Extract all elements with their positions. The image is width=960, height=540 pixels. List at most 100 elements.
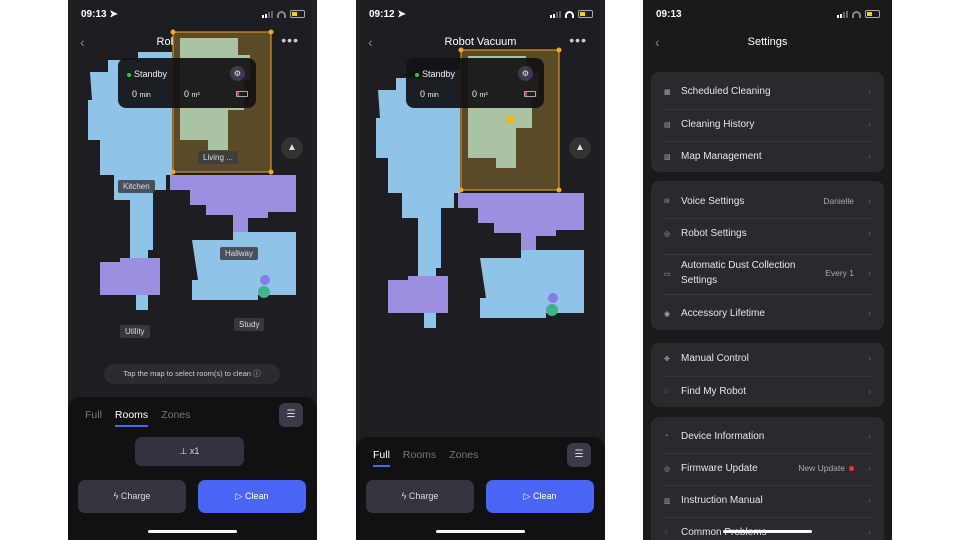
area-value: 0 m² [184,89,200,99]
divider [663,254,872,255]
settings-item-manual-control[interactable]: ✥ Manual Control › [651,351,884,367]
settings-group: ◔ Device Information › ◎ Firmware Update New … [651,417,884,540]
divider [663,517,872,518]
room-label-living[interactable]: Living ... [198,151,238,164]
room-label-utility[interactable]: Utility [120,325,150,338]
settings-sliders-button[interactable]: ☰ [279,403,303,427]
tab-rooms[interactable]: Rooms [403,449,436,467]
chevron-right-icon: › [868,196,871,206]
robot-position-icon [546,304,558,316]
divider [663,453,872,454]
settings-item-accessory-lifetime[interactable]: ◉ Accessory Lifetime › [651,306,884,322]
voice-icon: ıIı [664,198,670,205]
room-hallway [170,175,296,240]
chevron-right-icon: › [868,308,871,318]
charge-button[interactable]: ϟ Charge [78,480,186,513]
bolt-icon: ϟ [113,491,119,501]
chevron-right-icon: › [868,268,871,278]
settings-item-value: Every 1 [825,268,854,278]
chevron-right-icon: › [868,228,871,238]
room-label-study[interactable]: Study [234,318,265,331]
dust-icon: ▭ [664,271,671,278]
room-study [192,232,296,300]
control-panel: Full Rooms Zones ☰ ⊥ x1 [68,397,317,540]
joystick-icon: ✥ [664,356,670,363]
room-label-kitchen[interactable]: Kitchen [118,180,155,193]
room-utility [100,258,160,295]
status-text: Standby [127,69,167,79]
divider [663,375,872,377]
zone-marker-icon [506,116,514,124]
chevron-right-icon: › [868,119,871,129]
help-icon: ◌ [664,529,669,536]
settings-item-value: Danielle [823,196,854,206]
divider [663,141,872,142]
manual-icon: ▥ [664,498,671,505]
home-indicator [148,530,237,533]
hint-banner: Tap the map to select room(s) to clean ⓘ [104,364,280,384]
settings-item-value: New Update [798,463,854,473]
play-icon: ▷ [523,491,531,501]
battery-icon [524,91,536,97]
settings-item-robot-settings[interactable]: ◎ Robot Settings › [651,226,884,242]
robot-icon: ◎ [664,231,671,238]
update-dot-icon [849,466,854,472]
settings-item-instruction-manual[interactable]: ▥ Instruction Manual › [651,493,884,509]
chevron-right-icon: › [868,431,871,441]
settings-item-map-management[interactable]: ▧ Map Management › [651,149,884,165]
settings-item-cleaning-history[interactable]: ▤ Cleaning History › [651,117,884,133]
phone-settings-screen: 09:13 ‹ Settings ▦ Scheduled Cleaning › ▤ Cle… [643,0,892,540]
battery-icon [236,91,248,97]
settings-item-label: Manual Control [681,353,749,364]
settings-group: ıIı Voice Settings Danielle › ◎ Robot Setting… [651,181,884,330]
phone-full-screen: 09:12 ➤ ‹ Robot Vacuum ••• Standby ⚙ 0 min… [356,0,605,540]
firmware-icon: ◎ [664,466,671,473]
robot-locate-button[interactable]: ▲ [281,137,303,159]
settings-item-firmware-update[interactable]: ◎ Firmware Update New Update › [651,461,884,477]
home-indicator [436,530,525,533]
tab-zones[interactable]: Zones [161,409,190,427]
robot-position-icon [258,286,270,298]
settings-item-automatic-dust-collection-settings[interactable]: ▭ Automatic Dust Collection Settings Every… [651,260,884,286]
tab-zones[interactable]: Zones [449,449,478,467]
accessory-icon: ◉ [664,311,671,318]
chevron-right-icon: › [868,353,871,363]
duration-value: 0 min [420,89,439,99]
tab-rooms[interactable]: Rooms [114,409,149,427]
tab-full[interactable]: Full [373,449,390,467]
settings-sliders-button[interactable]: ☰ [567,443,591,467]
divider [663,108,872,110]
tab-full[interactable]: Full [85,409,102,427]
room-label-hallway[interactable]: Hallway [220,247,259,260]
chevron-right-icon: › [868,86,871,96]
status-time: 09:13 [656,9,682,20]
chevron-right-icon: › [868,495,871,505]
play-icon: ▷ [235,491,243,501]
home-indicator [723,530,812,533]
settings-item-device-information[interactable]: ◔ Device Information › [651,429,884,445]
robot-icon[interactable]: ⚙ [230,66,245,81]
robot-locate-button[interactable]: ▲ [569,137,591,159]
chevron-right-icon: › [868,463,871,473]
chevron-right-icon: › [868,386,871,396]
calendar-icon: ▦ [664,89,671,96]
find-icon: ◌ [664,388,669,395]
dock-icon [548,293,558,303]
chevron-right-icon: › [868,151,871,161]
status-card: Standby ⚙ 0 min 0 m² [118,58,256,108]
settings-item-voice-settings[interactable]: ıIı Voice Settings Danielle › [651,194,884,210]
settings-item-label: Instruction Manual [681,495,763,506]
mop-passes-button[interactable]: ⊥ x1 [135,437,244,466]
back-button[interactable]: ‹ [655,34,660,50]
clean-button[interactable]: ▷ Clean [198,480,306,513]
settings-item-find-my-robot[interactable]: ◌ Find My Robot › [651,384,884,400]
settings-item-scheduled-cleaning[interactable]: ▦ Scheduled Cleaning › [651,84,884,100]
charge-button[interactable]: ϟ Charge [366,480,474,513]
settings-group: ▦ Scheduled Cleaning › ▤ Cleaning History › ▧ M… [651,72,884,172]
duration-value: 0 min [132,89,151,99]
area-value: 0 m² [472,89,488,99]
clean-button[interactable]: ▷ Clean [486,480,594,513]
phone-rooms-screen: 09:13 ➤ ‹Robot Vacuum••• Standby ⚙ 0 min… [68,0,317,540]
mop-icon: ⊥ [179,446,188,456]
robot-icon[interactable]: ⚙ [518,66,533,81]
